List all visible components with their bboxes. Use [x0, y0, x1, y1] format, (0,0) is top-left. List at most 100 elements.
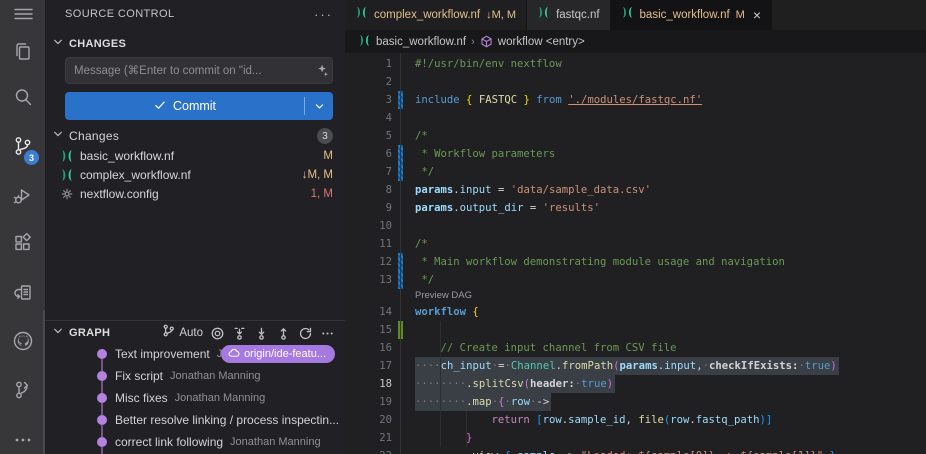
code-line-18[interactable]: 18········.splitCsv(header:·true) [345, 375, 926, 393]
activity-git-graph-button[interactable] [0, 373, 45, 407]
tab-basic_workflow.nf[interactable]: basic_workflow.nfM× [611, 0, 772, 30]
code-line-10[interactable]: 10 [345, 217, 926, 235]
line-number: 11 [345, 235, 392, 253]
activity-references-button[interactable] [0, 276, 45, 310]
activity-github-button[interactable] [0, 324, 45, 358]
changed-file-row[interactable]: nextflow.config1, M [45, 184, 345, 203]
remote-branch-badge[interactable]: origin/ide-featu... [221, 345, 335, 363]
code-text: include { FASTQC } from './modules/fastq… [415, 91, 702, 109]
activity-more-button[interactable] [0, 423, 45, 454]
code-text: params.input = 'data/sample_data.csv' [415, 181, 651, 199]
code-line-5[interactable]: 5/* [345, 127, 926, 145]
code-line-22[interactable]: 22 .view { sample -> "Loaded: ${sample[0… [345, 447, 926, 454]
refresh-button[interactable] [298, 326, 313, 341]
line-number: 3 [345, 91, 392, 109]
sidebar-more-actions-button[interactable]: ··· [314, 7, 333, 22]
indent-guide [440, 321, 441, 447]
graph-title-wrap[interactable]: GRAPH [51, 324, 157, 343]
code-line-6[interactable]: 6 * Workflow parameters [345, 145, 926, 163]
github-icon [11, 329, 35, 353]
code-line-3[interactable]: 3 include { FASTQC } from './modules/fast… [345, 91, 926, 109]
activity-source-control-button[interactable]: 3 [0, 129, 45, 163]
fetch-icon [232, 326, 247, 341]
changes-tree-header[interactable]: Changes 3 [45, 126, 345, 146]
code-text: params.output_dir = 'results' [415, 199, 600, 217]
tab-fastqc.nf[interactable]: fastqc.nf [527, 0, 610, 30]
commit-dropdown-button[interactable] [305, 100, 333, 113]
graph-actions: Auto [161, 323, 335, 343]
activity-extensions-button[interactable] [0, 226, 45, 260]
code-line-15[interactable]: 15 [345, 321, 926, 339]
code-line-2[interactable]: 2 [345, 73, 926, 91]
code-line-11[interactable]: 11/* [345, 235, 926, 253]
code-line-14[interactable]: 14workflow { [345, 303, 926, 321]
pull-icon [254, 326, 269, 341]
git-branch-icon [161, 323, 176, 343]
commit-message-input[interactable] [66, 65, 310, 77]
breadcrumb-file[interactable]: basic_workflow.nf [376, 36, 466, 48]
codelens-preview-dag[interactable]: Preview DAG [415, 289, 472, 303]
code-line-17[interactable]: 17····ch_input·=·Channel.fromPath(params… [345, 357, 926, 375]
sidebar-title: SOURCE CONTROL [65, 8, 314, 20]
code-line-21[interactable]: 21 } [345, 429, 926, 447]
graph-connector [101, 447, 103, 454]
code-text: * Workflow parameters [415, 145, 555, 163]
changed-file-row[interactable]: complex_workflow.nf↓M, M [45, 165, 345, 184]
code-line-7[interactable]: 7 */ [345, 163, 926, 181]
changes-section-header[interactable]: CHANGES [45, 34, 345, 54]
activity-search-button[interactable] [0, 80, 45, 114]
code-line-8[interactable]: 8params.input = 'data/sample_data.csv' [345, 181, 926, 199]
breadcrumb[interactable]: basic_workflow.nf › workflow <entry> [345, 30, 926, 53]
code-line-13[interactable]: 13 */ [345, 271, 926, 289]
git-graph-icon [11, 378, 35, 402]
commit-button[interactable]: Commit [65, 92, 333, 120]
code-line-4[interactable]: 4 [345, 109, 926, 127]
pull-button[interactable] [254, 326, 269, 341]
code-line-1[interactable]: 1#!/usr/bin/env nextflow [345, 55, 926, 73]
commit-row[interactable]: Text improvementJo...origin/ide-featu... [45, 343, 345, 365]
activity-files-button[interactable] [0, 35, 45, 69]
code-line-16[interactable]: 16 // Create input channel from CSV file [345, 339, 926, 357]
code-line-20[interactable]: 20 return [row.sample_id, file(row.fastq… [345, 411, 926, 429]
push-button[interactable] [276, 326, 291, 341]
commit-row[interactable]: Misc fixesJonathan Manning [45, 387, 345, 409]
code-line-19[interactable]: 19········.map·{·row·-> [345, 393, 926, 411]
commit-row[interactable]: Fix scriptJonathan Manning [45, 365, 345, 387]
code-text: */ [415, 271, 434, 289]
code-text: /* [415, 127, 428, 145]
code-line-9[interactable]: 9params.output_dir = 'results' [345, 199, 926, 217]
commit-dot-icon [97, 437, 107, 447]
code-line-12[interactable]: 12 * Main workflow demonstrating module … [345, 253, 926, 271]
symbol-module-icon [480, 35, 493, 48]
repo-picker-button[interactable]: Auto [161, 323, 203, 343]
tab-complex_workflow.nf[interactable]: complex_workflow.nf↓M, M [345, 0, 527, 30]
commit-message: Text improvement [115, 347, 210, 361]
close-icon[interactable]: × [753, 8, 761, 22]
commit-button-main[interactable]: Commit [65, 98, 304, 115]
changed-file-row[interactable]: basic_workflow.nfM [45, 146, 345, 165]
repo-picker-label: Auto [179, 327, 203, 339]
commit-row[interactable]: Better resolve linking / process inspect… [45, 409, 345, 431]
code-editor[interactable]: 1#!/usr/bin/env nextflow23 include { FAST… [345, 53, 926, 454]
fetch-button[interactable] [232, 326, 247, 341]
changes-tree-label: Changes [69, 129, 119, 143]
refresh-icon [298, 326, 313, 341]
breadcrumb-symbol[interactable]: workflow <entry> [498, 36, 585, 48]
line-number: 2 [345, 73, 392, 91]
copilot-sparkle-icon[interactable] [310, 63, 332, 78]
changes-section-title: CHANGES [69, 38, 126, 50]
activity-menu-button[interactable] [0, 0, 45, 31]
check-icon [153, 98, 167, 115]
remote-branch-label: origin/ide-featu... [244, 348, 326, 360]
editor-tab-bar: complex_workflow.nf↓M, Mfastqc.nfbasic_w… [345, 0, 926, 30]
git-status-badge: ↓M, M [302, 169, 333, 181]
line-number: 7 [345, 163, 392, 181]
target-button[interactable] [210, 326, 225, 341]
menu-icon [11, 2, 35, 26]
commit-row[interactable]: correct link followingJonathan Manning [45, 431, 345, 453]
nextflow-file-icon [537, 6, 550, 19]
more-button[interactable] [320, 326, 335, 341]
commit-message: correct link following [115, 435, 223, 449]
activity-run-debug-button[interactable] [0, 178, 45, 212]
editor-group: complex_workflow.nf↓M, Mfastqc.nfbasic_w… [345, 0, 926, 454]
